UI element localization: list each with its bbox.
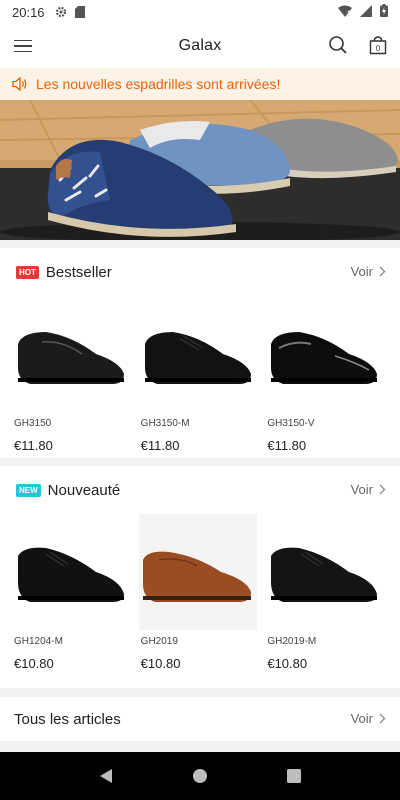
- new-arrivals-product-list: GH1204-M €10.80 GH2019 €10.80 GH2019-M €…: [0, 514, 400, 671]
- chevron-right-icon: [379, 713, 386, 724]
- shopping-bag-icon[interactable]: 0: [369, 35, 387, 60]
- new-arrivals-section: NEW Nouveauté Voir GH1204-M €10.80 GH201…: [0, 466, 400, 688]
- chevron-right-icon: [379, 266, 386, 277]
- product-card[interactable]: GH2019 €10.80: [137, 514, 264, 671]
- home-icon[interactable]: [192, 768, 208, 784]
- new-arrivals-header: NEW Nouveauté Voir: [0, 466, 400, 514]
- section-title: Nouveauté: [47, 481, 121, 499]
- product-image: [138, 514, 257, 630]
- status-time: 20:16: [12, 4, 45, 20]
- search-icon[interactable]: [328, 35, 348, 60]
- all-articles-label: Tous les articles: [14, 710, 121, 728]
- status-bar: 20:16: [0, 0, 400, 24]
- wifi-icon: [338, 5, 352, 20]
- product-code: GH3150-V: [267, 418, 315, 429]
- new-badge: NEW: [16, 483, 41, 497]
- product-card[interactable]: GH3150 €11.80: [10, 296, 137, 453]
- cell-signal-icon: [360, 4, 372, 20]
- product-code: GH2019-M: [267, 636, 317, 647]
- speaker-icon: [12, 77, 28, 91]
- battery-icon: [380, 4, 388, 20]
- product-card[interactable]: GH2019-M €10.80: [263, 514, 390, 671]
- product-code: GH2019: [140, 636, 178, 647]
- product-image: [139, 296, 257, 412]
- product-price: €11.80: [14, 438, 53, 453]
- see-all-label: Voir: [350, 711, 373, 726]
- app-title: Galax: [178, 37, 222, 54]
- product-price: €10.80: [267, 656, 308, 671]
- see-all-label: Voir: [350, 482, 373, 497]
- menu-icon[interactable]: [14, 36, 34, 56]
- recents-icon[interactable]: [286, 769, 301, 783]
- back-icon[interactable]: [99, 768, 113, 784]
- product-card[interactable]: GH1204-M €10.80: [10, 514, 137, 671]
- sd-card-icon: [74, 6, 85, 18]
- product-price: €10.80: [14, 656, 54, 671]
- product-code: GH1204-M: [14, 636, 63, 647]
- product-code: GH3150: [14, 418, 52, 429]
- product-price: €10.80: [140, 656, 181, 671]
- product-price: €11.80: [140, 438, 180, 453]
- bestseller-header: HOT Bestseller Voir: [0, 248, 400, 296]
- cart-count: 0: [376, 44, 381, 53]
- all-articles-see-all-link[interactable]: Voir: [351, 711, 386, 726]
- product-image: [265, 296, 383, 412]
- product-price: €11.80: [267, 438, 307, 453]
- see-all-label: Voir: [350, 264, 373, 279]
- chevron-right-icon: [379, 484, 386, 495]
- product-card[interactable]: GH3150-M €11.80: [137, 296, 264, 453]
- bestseller-section: HOT Bestseller Voir GH3150 €11.80 GH3150…: [0, 248, 400, 458]
- bestseller-product-list: GH3150 €11.80 GH3150-M €11.80 GH3150-V €…: [0, 296, 400, 453]
- new-arrivals-see-all-link[interactable]: Voir: [351, 482, 386, 497]
- product-card[interactable]: GH3150-V €11.80: [263, 296, 390, 453]
- app-bar: Galax 0: [0, 24, 400, 68]
- product-image: [12, 296, 130, 412]
- promo-banner-image[interactable]: [0, 100, 400, 240]
- announcement-bar[interactable]: Les nouvelles espadrilles sont arrivées!: [0, 68, 400, 100]
- hot-badge: HOT: [16, 265, 39, 279]
- announcement-text: Les nouvelles espadrilles sont arrivées!: [36, 76, 281, 92]
- product-code: GH3150-M: [140, 418, 190, 429]
- bestseller-see-all-link[interactable]: Voir: [351, 264, 386, 279]
- app-screen: 20:16 Galax 0 Les nouvelles espadrilles …: [0, 0, 400, 800]
- settings-gear-icon: [55, 6, 67, 18]
- product-image: [12, 514, 130, 630]
- section-title: Bestseller: [45, 263, 112, 281]
- system-navigation-bar: [0, 752, 400, 800]
- all-articles-row[interactable]: Tous les articles Voir: [0, 697, 400, 741]
- product-image: [265, 514, 383, 630]
